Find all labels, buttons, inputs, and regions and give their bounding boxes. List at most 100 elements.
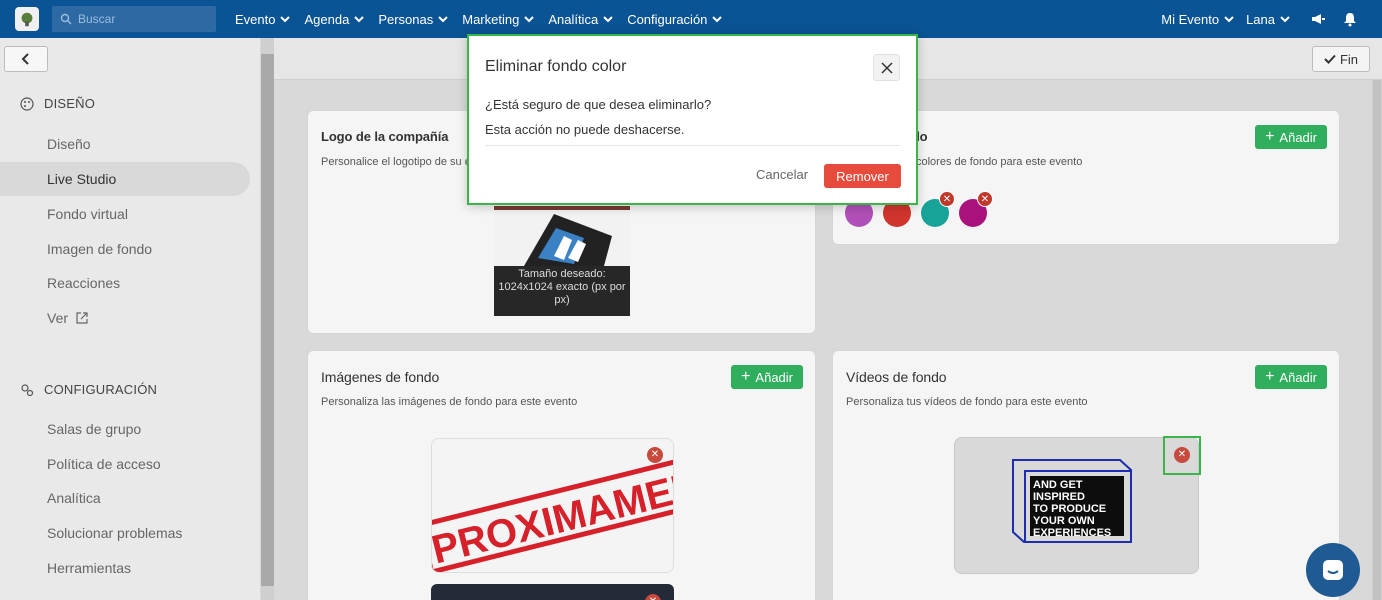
add-color-button[interactable]: + Añadir xyxy=(1255,125,1327,149)
sidebar-item-politica[interactable]: Política de acceso xyxy=(0,447,250,481)
megaphone-icon[interactable] xyxy=(1310,11,1326,27)
card-subtitle: Personaliza las imágenes de fondo para e… xyxy=(321,396,578,408)
user-menu-label: Lana xyxy=(1246,11,1275,27)
dialog-title: Eliminar fondo color xyxy=(485,58,627,75)
app-logo[interactable] xyxy=(15,7,39,31)
sidebar-item-label: Diseño xyxy=(47,136,91,152)
fin-button[interactable]: Fin xyxy=(1312,46,1370,72)
sidebar-item-ver[interactable]: Ver xyxy=(0,301,250,335)
scrollbar-thumb[interactable] xyxy=(1373,80,1381,600)
sidebar: DISEÑO Diseño Live Studio Fondo virtual … xyxy=(0,38,260,600)
search-input[interactable]: Buscar xyxy=(52,6,216,32)
stamp-image: PROXIMAMENTE xyxy=(432,439,673,572)
add-video-button[interactable]: + Añadir xyxy=(1255,365,1327,389)
gears-icon xyxy=(21,383,34,396)
nav-analitica[interactable]: Analítica xyxy=(548,12,613,27)
add-label: Añadir xyxy=(1279,129,1317,145)
main-nav: Evento Agenda Personas Marketing Analíti… xyxy=(235,12,736,27)
nav-evento[interactable]: Evento xyxy=(235,11,291,27)
brain-logo-icon xyxy=(21,12,33,27)
main-scrollbar[interactable] xyxy=(1372,80,1382,600)
chevron-down-icon xyxy=(280,16,291,23)
event-menu[interactable]: Mi Evento xyxy=(1161,12,1234,27)
card-title: Logo de la compañía xyxy=(321,129,449,144)
nav-label: Analítica xyxy=(548,11,599,27)
nav-right: Mi Evento Lana xyxy=(1161,0,1358,38)
section-label: DISEÑO xyxy=(44,96,96,111)
chevron-down-icon xyxy=(603,16,613,23)
bell-icon[interactable] xyxy=(1342,11,1358,27)
nav-personas[interactable]: Personas xyxy=(378,12,448,27)
sidebar-item-diseno[interactable]: Diseño xyxy=(0,127,250,161)
background-image-thumb[interactable]: PROXIMAMENTE ✕ xyxy=(431,438,674,573)
scrollbar-thumb[interactable] xyxy=(261,54,274,586)
nav-label: Configuración xyxy=(627,11,708,27)
sidebar-item-reacciones[interactable]: Reacciones xyxy=(0,266,250,300)
background-image-thumb-2[interactable]: ✕ xyxy=(431,584,674,600)
card-subtitle: Personaliza tus vídeos de fondo para est… xyxy=(846,396,1088,408)
sidebar-item-label: Live Studio xyxy=(47,171,117,187)
sidebar-item-label: Analítica xyxy=(47,490,101,506)
remove-icon[interactable]: ✕ xyxy=(977,191,993,207)
card-title: Vídeos de fondo xyxy=(846,369,947,385)
check-icon xyxy=(1324,54,1336,64)
divider xyxy=(485,145,900,146)
chevron-down-icon xyxy=(524,16,535,23)
sidebar-item-analitica[interactable]: Analítica xyxy=(0,481,250,515)
logo-preview[interactable]: Tamaño deseado: 1024x1024 exacto (px por… xyxy=(494,206,630,316)
search-placeholder: Buscar xyxy=(78,12,116,26)
sidebar-item-label: Herramientas xyxy=(47,560,132,576)
sidebar-item-fondo-virtual[interactable]: Fondo virtual xyxy=(0,197,250,231)
nav-label: Agenda xyxy=(304,11,350,27)
sidebar-item-herramientas[interactable]: Herramientas xyxy=(0,551,250,585)
sidebar-item-solucionar[interactable]: Solucionar problemas xyxy=(0,516,250,550)
add-label: Añadir xyxy=(1279,369,1317,385)
remove-video-highlight[interactable]: ✕ xyxy=(1163,436,1201,475)
color-swatch[interactable]: ✕ xyxy=(921,191,955,227)
close-icon xyxy=(880,61,893,74)
external-link-icon xyxy=(76,312,88,324)
remove-video-icon[interactable]: ✕ xyxy=(1174,447,1190,463)
cancel-button[interactable]: Cancelar xyxy=(756,167,808,182)
fin-label: Fin xyxy=(1339,51,1359,67)
section-config-title: CONFIGURACIÓN xyxy=(20,382,157,397)
nav-marketing[interactable]: Marketing xyxy=(462,12,535,27)
chevron-down-icon xyxy=(1280,16,1290,23)
nav-configuracion[interactable]: Configuración xyxy=(627,11,723,27)
color-swatch[interactable]: ✕ xyxy=(959,191,993,227)
plus-icon: + xyxy=(741,368,751,385)
remove-icon[interactable]: ✕ xyxy=(939,191,955,207)
sidebar-item-label: Reacciones xyxy=(47,275,121,291)
sidebar-item-imagen-de-fondo[interactable]: Imagen de fondo xyxy=(0,232,250,266)
delete-color-dialog: Eliminar fondo color ¿Está seguro de que… xyxy=(467,34,918,205)
add-label: Añadir xyxy=(755,369,793,385)
sidebar-item-live-studio[interactable]: Live Studio xyxy=(0,162,250,196)
plus-icon: + xyxy=(1265,128,1275,145)
sidebar-item-label: Fondo virtual xyxy=(47,206,128,222)
search-icon xyxy=(60,13,72,25)
nav-agenda[interactable]: Agenda xyxy=(304,11,365,27)
back-button[interactable] xyxy=(4,46,48,72)
sidebar-item-label: Ver xyxy=(47,310,69,326)
chat-launcher[interactable] xyxy=(1306,543,1360,597)
sidebar-scrollbar[interactable] xyxy=(261,38,274,600)
images-card: Imágenes de fondo Personaliza las imágen… xyxy=(307,350,816,600)
card-subtitle: Personalice el logotipo de su e xyxy=(321,156,471,168)
nav-label: Evento xyxy=(235,11,276,27)
remove-image-icon[interactable]: ✕ xyxy=(647,447,663,463)
sidebar-item-label: Imagen de fondo xyxy=(47,241,153,257)
logo-size-caption: Tamaño deseado: 1024x1024 exacto (px por… xyxy=(494,266,630,316)
event-menu-label: Mi Evento xyxy=(1161,11,1220,27)
remove-button[interactable]: Remover xyxy=(824,164,901,188)
section-label: CONFIGURACIÓN xyxy=(44,382,158,397)
chevron-down-icon xyxy=(712,16,723,23)
plus-icon: + xyxy=(1265,368,1275,385)
remove-image-icon[interactable]: ✕ xyxy=(645,594,661,600)
palette-icon xyxy=(20,96,34,111)
user-menu[interactable]: Lana xyxy=(1246,12,1290,27)
close-button[interactable] xyxy=(873,54,900,81)
add-image-button[interactable]: + Añadir xyxy=(731,365,803,389)
dialog-question: ¿Está seguro de que desea eliminarlo? xyxy=(485,97,712,112)
sidebar-item-salas[interactable]: Salas de grupo xyxy=(0,412,250,446)
company-logo-image xyxy=(494,206,630,266)
